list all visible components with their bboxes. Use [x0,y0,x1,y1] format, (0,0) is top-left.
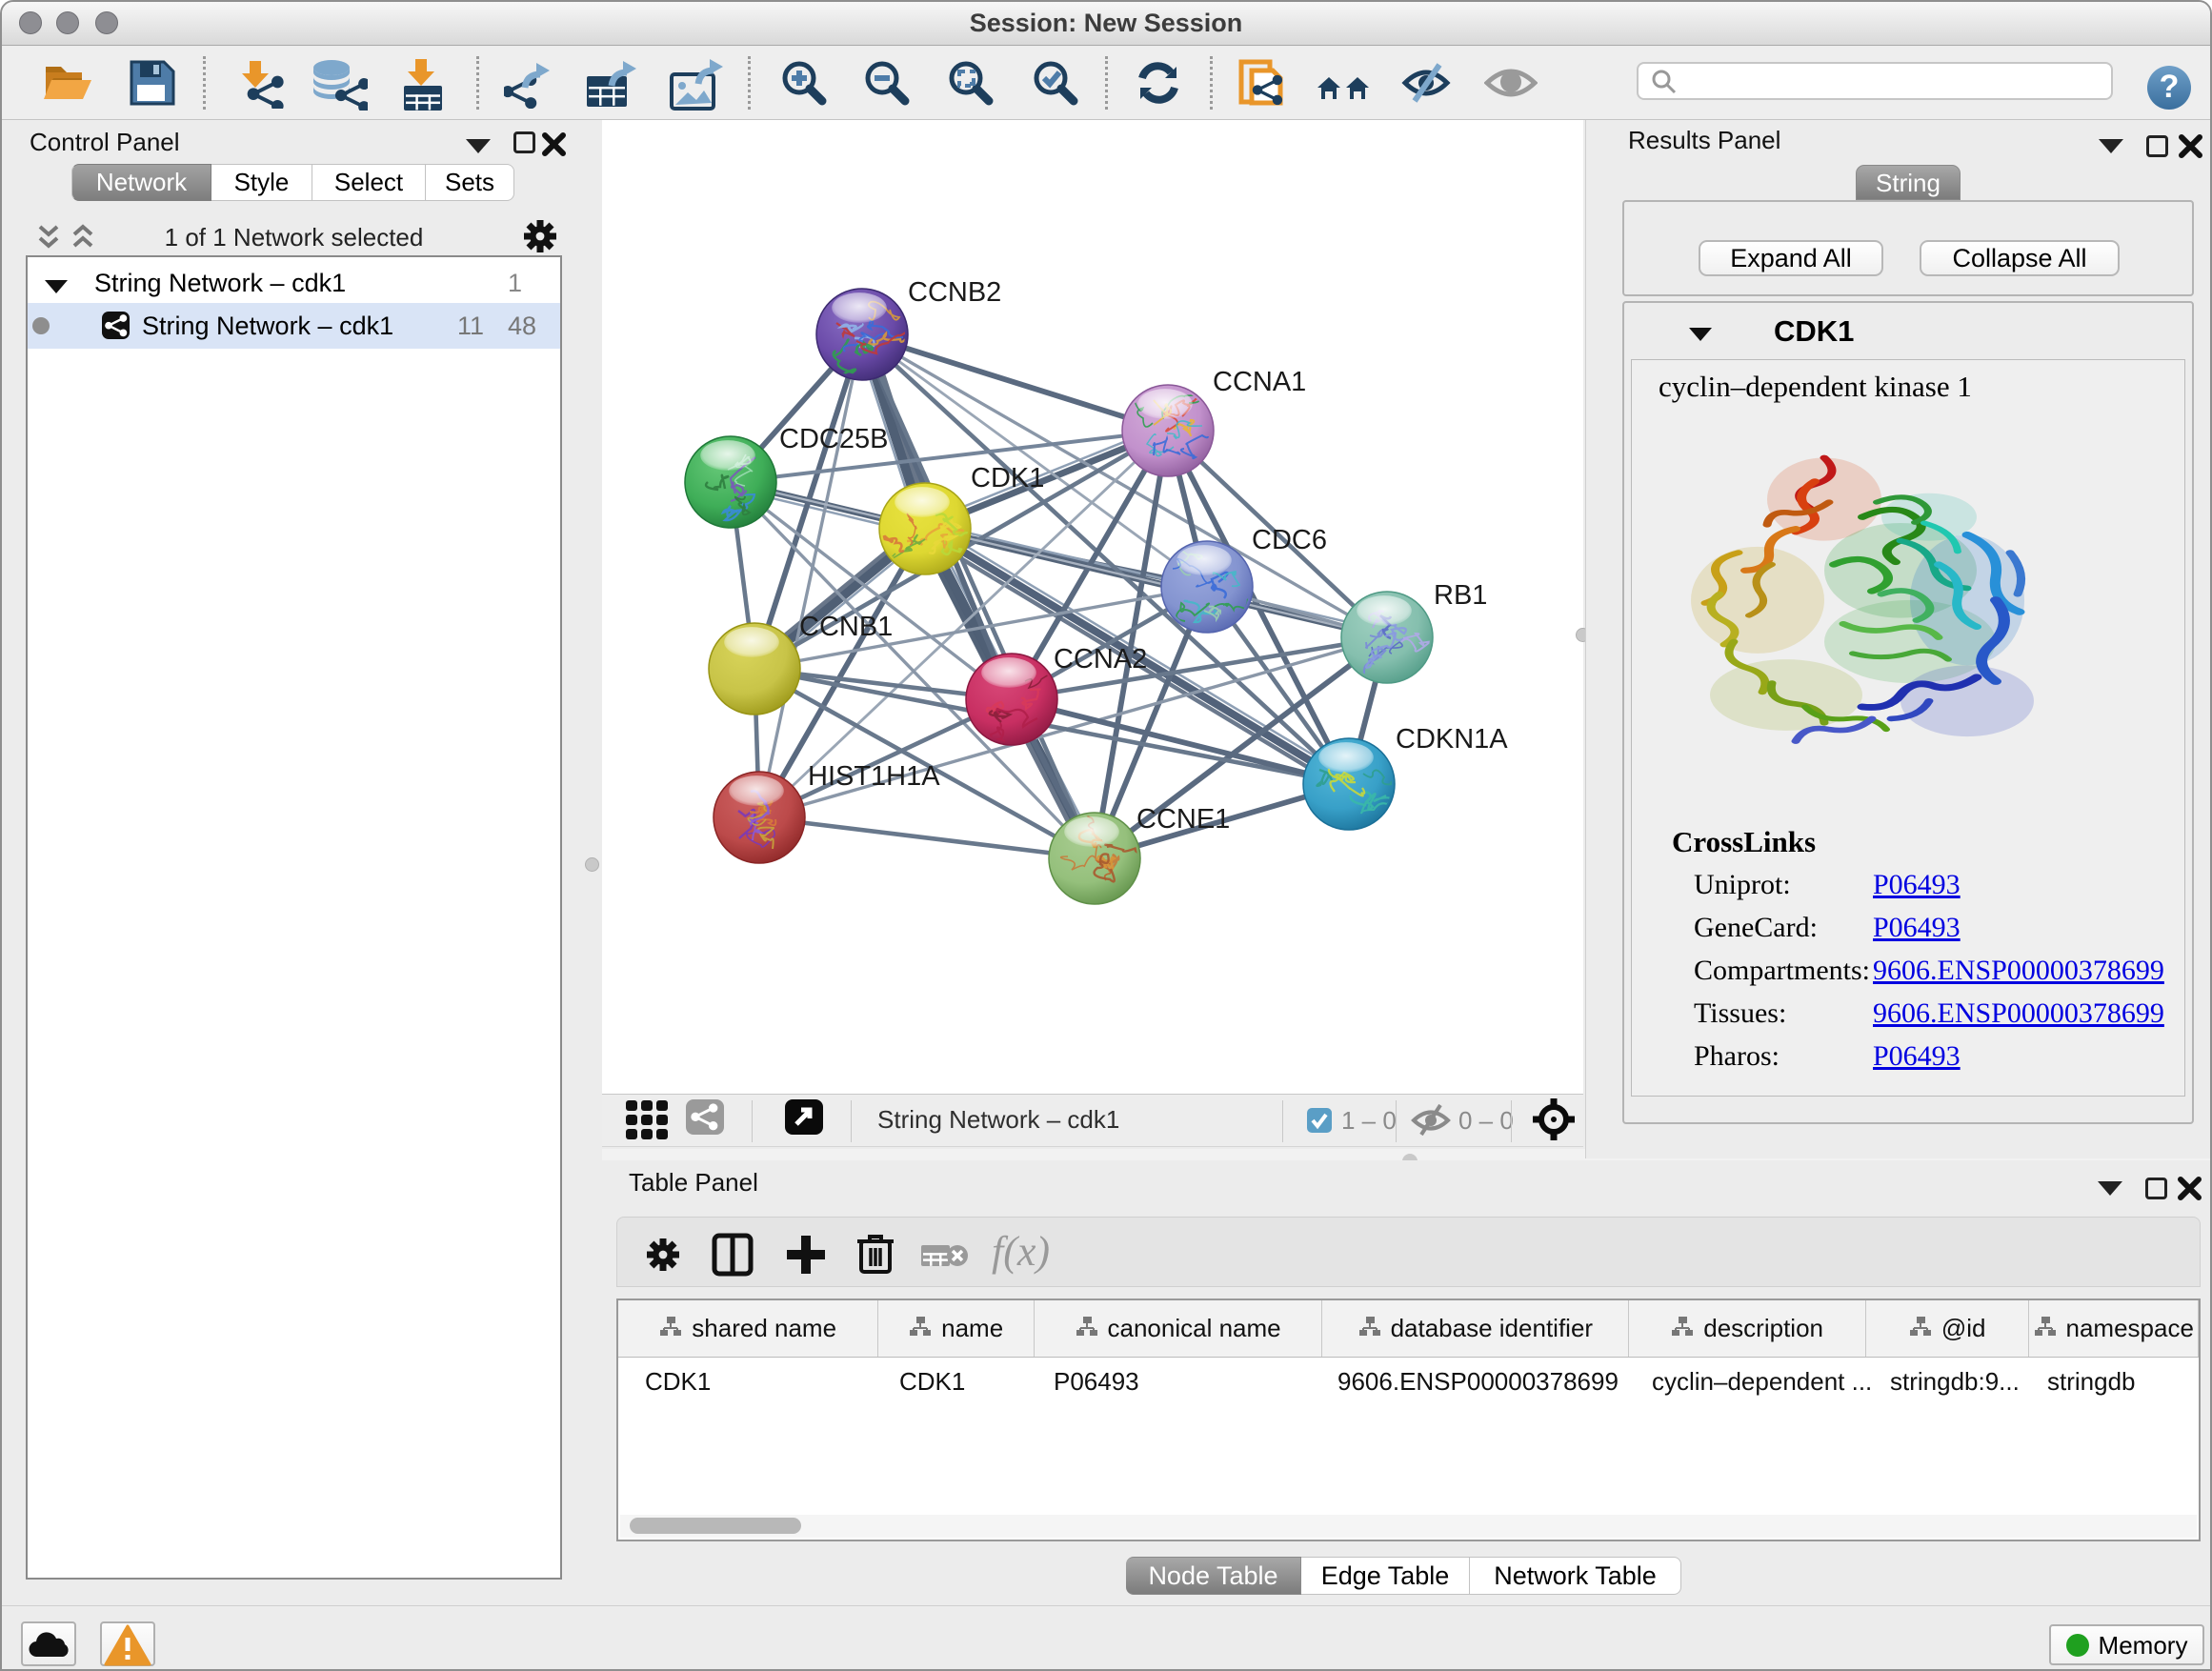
svg-text:CCNB2: CCNB2 [908,277,1001,308]
svg-text:CDC6: CDC6 [1252,525,1327,555]
svg-text:HIST1H1A: HIST1H1A [808,761,940,792]
svg-text:CDK1: CDK1 [971,463,1044,493]
svg-text:CCNB1: CCNB1 [799,612,893,642]
svg-text:RB1: RB1 [1434,580,1487,611]
svg-text:CDKN1A: CDKN1A [1396,724,1508,755]
svg-text:CCNA1: CCNA1 [1213,367,1306,397]
svg-text:CDC25B: CDC25B [779,424,888,454]
svg-text:CCNE1: CCNE1 [1136,804,1230,835]
svg-text:CCNA2: CCNA2 [1054,644,1147,674]
